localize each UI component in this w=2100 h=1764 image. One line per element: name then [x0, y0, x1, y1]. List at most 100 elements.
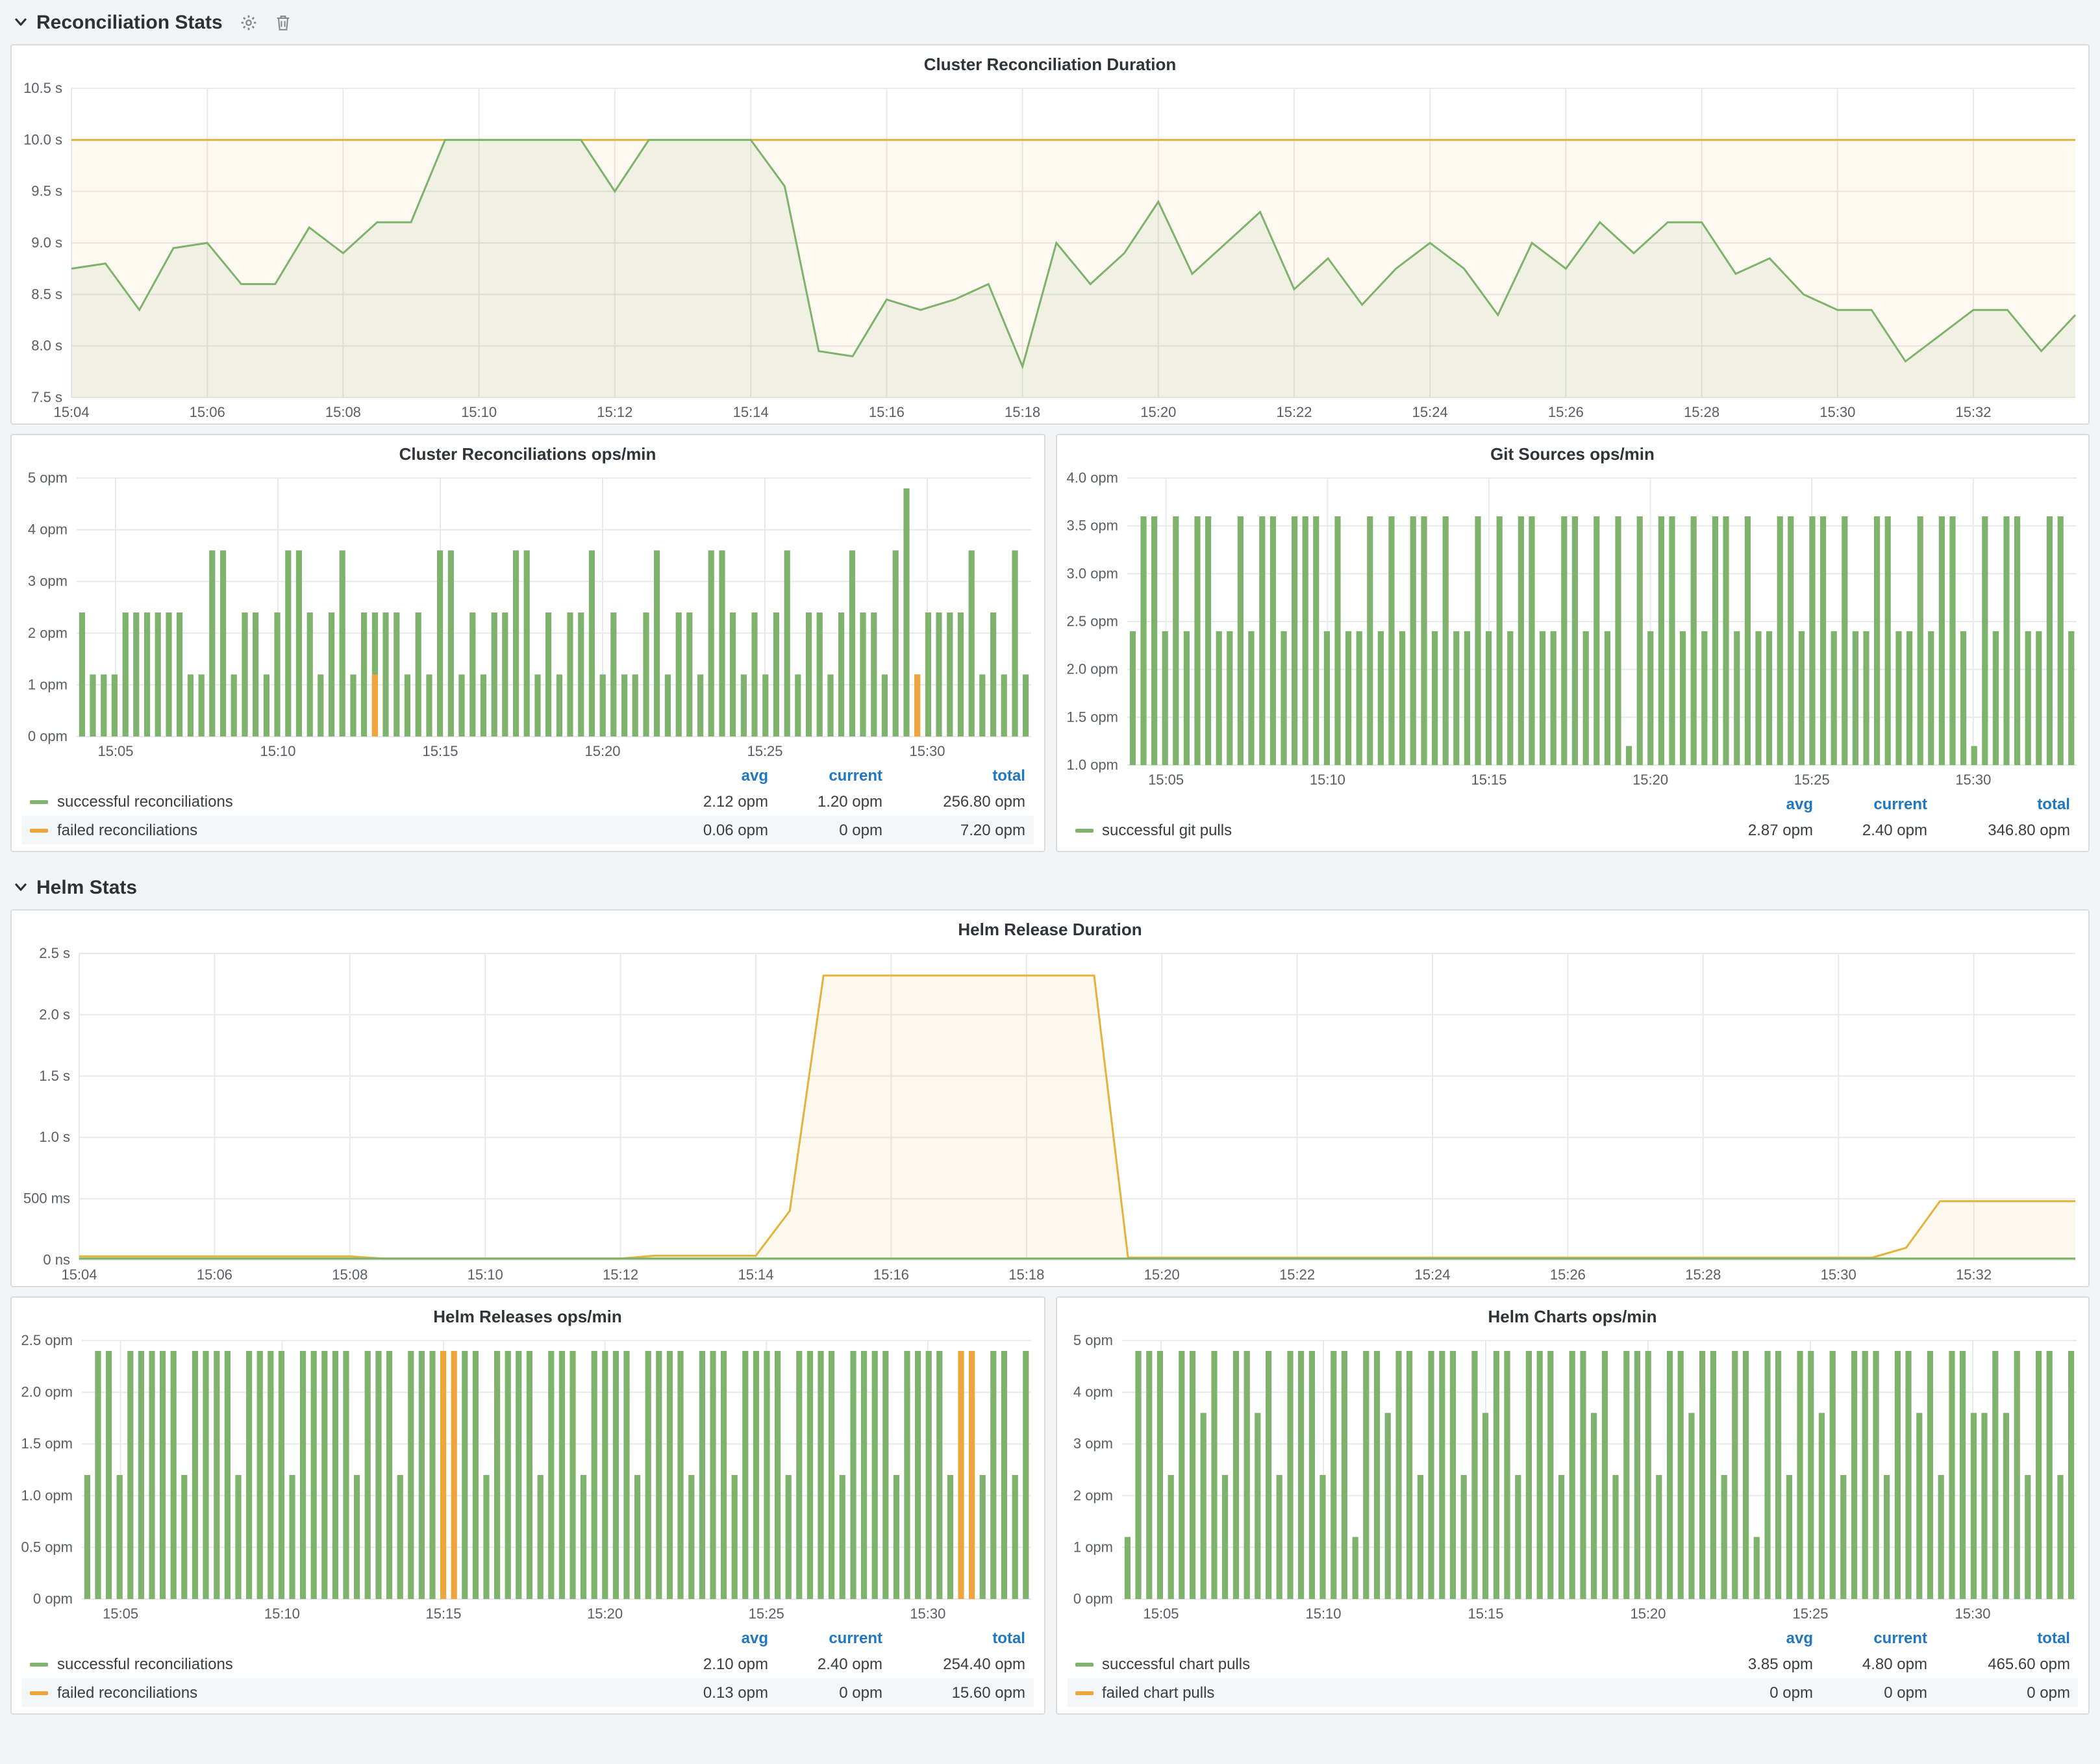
svg-text:2.5 opm: 2.5 opm [21, 1332, 73, 1348]
svg-text:15:15: 15:15 [1470, 772, 1506, 788]
series-current: 2.40 opm [1813, 821, 1927, 839]
svg-text:15:05: 15:05 [1142, 1606, 1178, 1622]
svg-text:1.5 s: 1.5 s [39, 1068, 70, 1084]
row-title-helm-stats[interactable]: Helm Stats [36, 876, 137, 898]
svg-text:0 opm: 0 opm [28, 728, 68, 744]
series-total: 0 opm [1927, 1683, 2070, 1702]
series-color-dash [30, 1691, 48, 1695]
svg-text:15:30: 15:30 [1955, 772, 1990, 788]
chevron-down-icon [13, 879, 29, 895]
legend-sort-current[interactable]: current [1813, 1628, 1927, 1646]
dashboard: Reconciliation Stats Cluster Reconciliat… [0, 0, 2100, 1764]
svg-text:15:08: 15:08 [332, 1266, 368, 1283]
series-toggle-successful-git-pulls[interactable]: successful git pulls [1075, 821, 1699, 839]
svg-text:2.5 opm: 2.5 opm [1066, 613, 1118, 629]
legend-header: avg current total [1067, 791, 2078, 816]
series-toggle-failed-reconciliations[interactable]: failed reconciliations [30, 1683, 654, 1702]
series-color-dash [1075, 828, 1093, 832]
legend-sort-total[interactable]: total [1927, 1628, 2070, 1646]
panel-title-git-sources-ops[interactable]: Git Sources ops/min [1056, 435, 2088, 468]
series-total: 346.80 opm [1927, 821, 2070, 839]
svg-text:9.0 s: 9.0 s [31, 234, 62, 251]
svg-text:15:10: 15:10 [264, 1606, 300, 1622]
helm-charts-ops-chart[interactable]: 5 opm4 opm3 opm2 opm1 opm0 opm15:0515:10… [1056, 1330, 2088, 1625]
svg-text:0 opm: 0 opm [33, 1591, 73, 1607]
series-color-dash [1075, 1662, 1093, 1666]
svg-text:2.5 s: 2.5 s [39, 945, 70, 961]
svg-text:3 opm: 3 opm [28, 573, 68, 589]
svg-text:15:25: 15:25 [749, 1606, 784, 1622]
helm-release-duration-chart[interactable]: 2.5 s2.0 s1.5 s1.0 s500 ms0 ns15:0415:06… [12, 943, 2088, 1286]
series-toggle-failed-chart-pulls[interactable]: failed chart pulls [1075, 1683, 1699, 1702]
svg-text:15:30: 15:30 [1821, 1266, 1856, 1283]
svg-text:5 opm: 5 opm [1073, 1332, 1112, 1348]
series-current: 0 opm [768, 821, 882, 839]
svg-text:15:28: 15:28 [1685, 1266, 1721, 1283]
svg-text:2.0 opm: 2.0 opm [21, 1384, 73, 1400]
series-total: 465.60 opm [1927, 1655, 2070, 1673]
panel-title-cluster-reconciliation-duration[interactable]: Cluster Reconciliation Duration [12, 45, 2088, 78]
svg-text:4 opm: 4 opm [28, 522, 68, 538]
helm-releases-ops-chart[interactable]: 2.5 opm2.0 opm1.5 opm1.0 opm0.5 opm0 opm… [12, 1330, 1044, 1625]
legend-sort-total[interactable]: total [1927, 794, 2070, 813]
legend-sort-current[interactable]: current [768, 766, 882, 784]
series-avg: 0.06 opm [654, 821, 768, 839]
panel-title-helm-charts-ops[interactable]: Helm Charts ops/min [1056, 1298, 2088, 1330]
row-title-reconciliation-stats[interactable]: Reconciliation Stats [36, 11, 223, 33]
legend-sort-total[interactable]: total [882, 1628, 1025, 1646]
series-toggle-failed-reconciliations[interactable]: failed reconciliations [30, 821, 654, 839]
legend-header: avg current total [22, 1625, 1033, 1650]
legend-sort-avg[interactable]: avg [1699, 1628, 1813, 1646]
gear-icon[interactable] [241, 14, 258, 31]
svg-text:15:12: 15:12 [603, 1266, 638, 1283]
trash-icon[interactable] [276, 14, 292, 31]
row-header-reconciliation-stats[interactable]: Reconciliation Stats [10, 3, 2090, 42]
chevron-down-icon [13, 14, 29, 30]
svg-text:1.0 opm: 1.0 opm [1066, 757, 1118, 773]
svg-text:15:06: 15:06 [197, 1266, 232, 1283]
series-name: successful reconciliations [57, 1655, 233, 1673]
svg-text:4.0 opm: 4.0 opm [1066, 470, 1118, 486]
series-toggle-successful-reconciliations[interactable]: successful reconciliations [30, 792, 654, 811]
svg-text:15:20: 15:20 [1144, 1266, 1180, 1283]
svg-text:3.5 opm: 3.5 opm [1066, 518, 1118, 534]
svg-text:15:06: 15:06 [190, 404, 225, 420]
svg-text:15:10: 15:10 [461, 404, 497, 420]
legend-sort-current[interactable]: current [768, 1628, 882, 1646]
legend-row-successful-git-pulls: successful git pulls 2.87 opm 2.40 opm 3… [1067, 816, 2078, 844]
legend-sort-avg[interactable]: avg [654, 1628, 768, 1646]
legend-sort-current[interactable]: current [1813, 794, 1927, 813]
row-header-helm-stats[interactable]: Helm Stats [10, 868, 2090, 907]
svg-text:15:30: 15:30 [909, 743, 945, 759]
legend-sort-avg[interactable]: avg [654, 766, 768, 784]
svg-text:15:14: 15:14 [738, 1266, 773, 1283]
svg-text:1 opm: 1 opm [28, 676, 68, 692]
legend-row-failed-reconciliations: failed reconciliations 0.06 opm 0 opm 7.… [22, 816, 1033, 844]
series-name: successful reconciliations [57, 792, 233, 811]
panel-title-helm-releases-ops[interactable]: Helm Releases ops/min [12, 1298, 1044, 1330]
series-toggle-successful-chart-pulls[interactable]: successful chart pulls [1075, 1655, 1699, 1673]
dashboard-page: Reconciliation Stats Cluster Reconciliat… [0, 0, 2100, 1715]
svg-text:15:25: 15:25 [1792, 1606, 1827, 1622]
svg-text:15:32: 15:32 [1956, 1266, 1992, 1283]
svg-text:8.0 s: 8.0 s [31, 338, 62, 354]
svg-text:0.5 opm: 0.5 opm [21, 1539, 73, 1555]
legend-helm-releases: avg current total successful reconciliat… [12, 1625, 1044, 1713]
panel-row-reconciliation: Cluster Reconciliations ops/min 5 opm 4 o… [10, 434, 2090, 852]
cluster-reconciliations-ops-chart[interactable]: 5 opm4 opm3 opm2 opm1 opm0 opm15:0515:10… [12, 468, 1044, 762]
series-toggle-successful-reconciliations[interactable]: successful reconciliations [30, 1655, 654, 1673]
legend-sort-total[interactable]: total [882, 766, 1025, 784]
cluster-reconciliation-duration-chart[interactable]: 10.5 s10.0 s9.5 s9.0 s8.5 s8.0 s7.5 s15:… [12, 78, 2088, 423]
series-current: 0 opm [768, 1683, 882, 1702]
legend-sort-avg[interactable]: avg [1699, 794, 1813, 813]
series-avg: 2.87 opm [1699, 821, 1813, 839]
svg-text:15:16: 15:16 [873, 1266, 909, 1283]
panel-title-cluster-reconciliations-ops[interactable]: Cluster Reconciliations ops/min [12, 435, 1044, 468]
git-sources-ops-chart[interactable]: 4.0 opm3.5 opm3.0 opm2.5 opm2.0 opm1.5 o… [1056, 468, 2088, 791]
svg-text:1 opm: 1 opm [1073, 1539, 1112, 1555]
panel-title-helm-release-duration[interactable]: Helm Release Duration [12, 911, 2088, 943]
legend-row-successful-chart-pulls: successful chart pulls 3.85 opm 4.80 opm… [1067, 1650, 2078, 1678]
svg-text:5 opm: 5 opm [28, 470, 68, 486]
svg-text:15:20: 15:20 [1632, 772, 1668, 788]
series-avg: 2.12 opm [654, 792, 768, 811]
